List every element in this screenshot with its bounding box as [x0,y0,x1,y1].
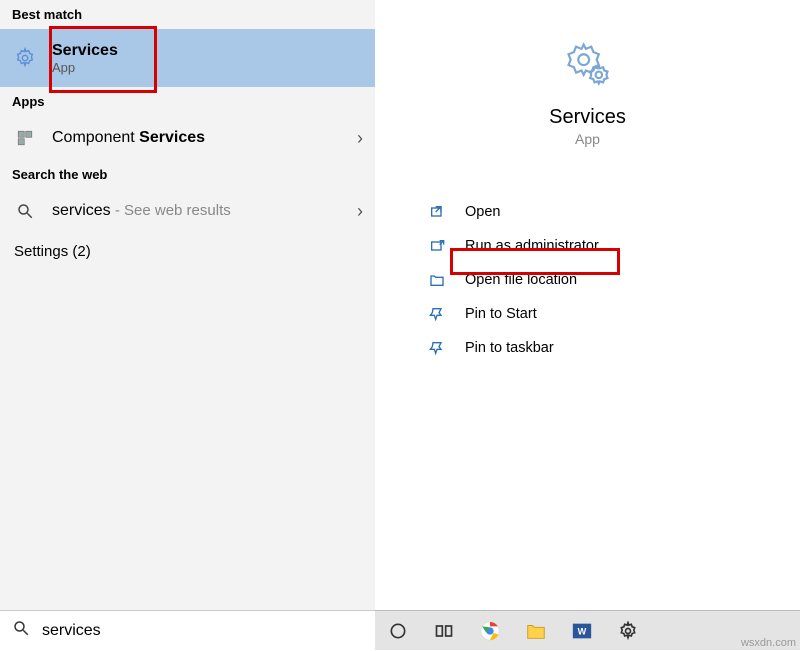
taskbar-settings[interactable] [605,611,651,651]
action-open-file-location[interactable]: Open file location [427,263,800,297]
action-pin-start-label: Pin to Start [465,306,537,322]
action-pin-taskbar-label: Pin to taskbar [465,340,554,356]
watermark: wsxdn.com [741,637,796,649]
search-bar[interactable] [0,610,375,650]
apps-item-prefix: Component [52,129,139,146]
best-match-header: Best match [0,0,375,29]
search-input[interactable] [42,622,363,640]
pin-icon [427,304,447,324]
admin-shield-icon [427,236,447,256]
gear-icon [12,45,38,71]
taskbar-word[interactable]: W [559,611,605,651]
search-icon [12,619,30,642]
taskbar-task-view[interactable] [421,611,467,651]
action-run-admin-label: Run as administrator [465,238,599,254]
action-pin-to-start[interactable]: Pin to Start [427,297,800,331]
web-item-suffix: - See web results [111,202,231,219]
action-open-loc-label: Open file location [465,272,577,288]
svg-text:W: W [578,626,587,636]
settings-results[interactable]: Settings (2) [0,233,375,270]
best-match-subtitle: App [52,60,118,75]
chevron-right-icon: › [357,128,363,149]
open-icon [427,202,447,222]
apps-header: Apps [0,87,375,116]
best-match-title: Services [52,42,118,60]
app-title: Services [549,106,626,129]
services-app-icon [562,38,614,90]
chevron-right-icon: › [357,201,363,222]
search-icon [12,198,38,224]
apps-item-bold: Services [139,129,205,146]
taskbar-cortana[interactable] [375,611,421,651]
taskbar-chrome[interactable] [467,611,513,651]
apps-result-component-services[interactable]: Component Services › [0,116,375,160]
web-header: Search the web [0,160,375,189]
pin-icon [427,338,447,358]
component-services-icon [12,125,38,151]
web-item-text: services [52,202,111,219]
web-result-services[interactable]: services - See web results › [0,189,375,233]
taskbar: W [375,610,800,650]
action-open[interactable]: Open [427,195,800,229]
taskbar-file-explorer[interactable] [513,611,559,651]
folder-icon [427,270,447,290]
best-match-result[interactable]: Services App [0,29,375,87]
action-open-label: Open [465,204,500,220]
action-run-as-administrator[interactable]: Run as administrator [427,229,800,263]
app-subtitle: App [575,131,600,147]
action-pin-to-taskbar[interactable]: Pin to taskbar [427,331,800,365]
